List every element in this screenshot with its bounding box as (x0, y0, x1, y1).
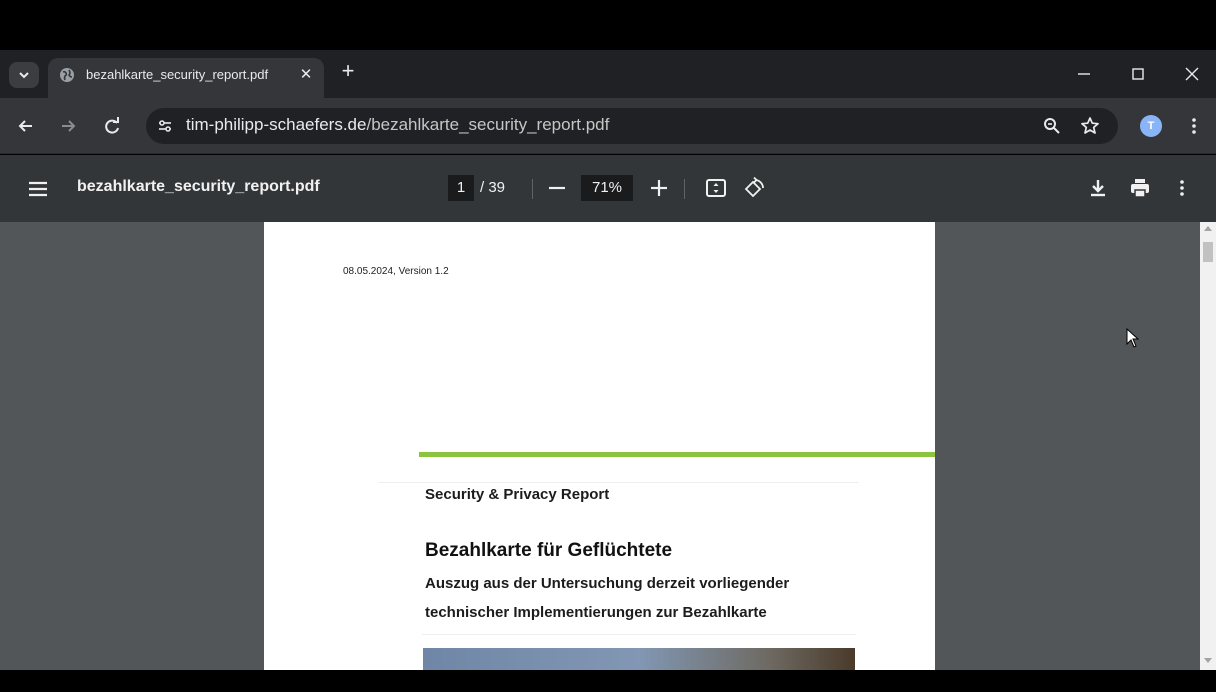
pdf-sidebar-toggle[interactable] (26, 177, 50, 201)
tune-icon (159, 120, 171, 132)
toolbar-divider (684, 179, 685, 199)
maximize-button[interactable] (1126, 62, 1150, 86)
site-info-button[interactable] (152, 113, 178, 139)
arrow-left-icon (18, 120, 32, 132)
hamburger-icon (29, 181, 47, 197)
fit-to-page-button[interactable] (704, 176, 728, 200)
letterbox-top (0, 0, 1216, 50)
star-icon (1081, 117, 1099, 134)
back-button[interactable] (14, 114, 38, 138)
zoom-out-button[interactable] (546, 176, 568, 200)
page-number-input[interactable]: 1 (448, 175, 474, 201)
zoom-level-input[interactable]: 71% (581, 175, 633, 201)
url-text: tim-philipp-schaefers.de/bezahlkarte_sec… (186, 115, 609, 135)
report-description-line-1: Auszug aus der Untersuchung derzeit vorl… (425, 575, 790, 592)
scroll-down-arrow[interactable] (1204, 658, 1212, 663)
rotate-icon (744, 176, 764, 198)
minimize-icon (1078, 73, 1090, 75)
browser-toolbar: tim-philipp-schaefers.de/bezahlkarte_sec… (0, 98, 1216, 154)
tab-search-button[interactable] (9, 62, 39, 88)
close-icon (1185, 67, 1199, 81)
globe-icon (60, 68, 74, 82)
scrollbar-thumb[interactable] (1203, 242, 1213, 262)
reload-button[interactable] (100, 114, 124, 138)
zoom-icon (1044, 118, 1060, 134)
maximize-icon (1132, 68, 1144, 80)
page-total: / 39 (480, 179, 506, 196)
minimize-button[interactable] (1072, 62, 1096, 86)
pdf-page: 08.05.2024, Version 1.2 Security & Priva… (264, 222, 935, 670)
profile-avatar[interactable]: T (1140, 115, 1162, 137)
new-tab-button[interactable]: + (336, 60, 360, 84)
version-line: 08.05.2024, Version 1.2 (343, 266, 449, 277)
pdf-file-name: bezahlkarte_security_report.pdf (77, 178, 320, 195)
zoom-in-button[interactable] (648, 176, 670, 200)
reload-icon (105, 117, 119, 134)
report-title: Bezahlkarte für Geflüchtete (425, 540, 673, 561)
divider (379, 482, 859, 483)
chevron-down-icon (19, 72, 29, 79)
print-icon (1131, 179, 1149, 198)
url-path: /bezahlkarte_security_report.pdf (366, 115, 610, 134)
mouse-cursor-icon (1126, 328, 1140, 348)
tab-active[interactable]: bezahlkarte_security_report.pdf ✕ (48, 58, 324, 98)
minus-icon (549, 186, 565, 190)
browser-menu-button[interactable] (1182, 114, 1206, 138)
more-vert-icon (1180, 180, 1184, 196)
address-bar[interactable]: tim-philipp-schaefers.de/bezahlkarte_sec… (146, 108, 1118, 144)
report-description-line-2: technischer Implementierungen zur Bezahl… (425, 604, 767, 621)
accent-rule (419, 452, 935, 457)
report-subtitle: Security & Privacy Report (425, 486, 610, 503)
tab-close-button[interactable]: ✕ (296, 65, 316, 85)
bookmark-button[interactable] (1078, 114, 1102, 138)
cover-image (423, 648, 855, 670)
url-host: tim-philipp-schaefers.de (186, 115, 367, 134)
tab-title: bezahlkarte_security_report.pdf (86, 67, 269, 82)
window-close-button[interactable] (1180, 62, 1204, 86)
pdf-more-button[interactable] (1170, 176, 1194, 200)
zoom-indicator-button[interactable] (1040, 114, 1064, 138)
vertical-scrollbar[interactable] (1200, 222, 1216, 670)
tab-strip: bezahlkarte_security_report.pdf ✕ + (0, 50, 1216, 98)
more-vert-icon (1192, 118, 1196, 134)
rotate-button[interactable] (742, 176, 766, 200)
fit-page-icon (706, 179, 726, 197)
divider (422, 634, 856, 635)
toolbar-divider (532, 179, 533, 199)
plus-icon (651, 180, 667, 196)
letterbox-bottom (0, 670, 1216, 692)
print-button[interactable] (1128, 176, 1152, 200)
scroll-up-arrow[interactable] (1204, 226, 1212, 231)
pdf-toolbar: bezahlkarte_security_report.pdf 1 / 39 7… (0, 155, 1216, 222)
download-icon (1091, 180, 1105, 197)
download-button[interactable] (1086, 176, 1110, 200)
arrow-right-icon (62, 120, 76, 132)
forward-button[interactable] (56, 114, 80, 138)
